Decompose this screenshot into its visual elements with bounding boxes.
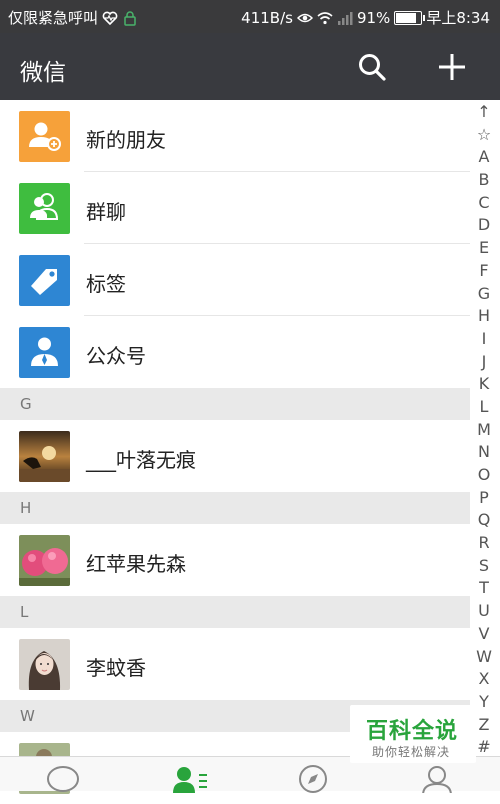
index-letter[interactable]: U — [478, 600, 490, 623]
index-letter[interactable]: X — [479, 668, 490, 691]
new-friends-item[interactable]: 新的朋友 — [0, 100, 470, 172]
contact-name: 红苹果先森 — [86, 552, 186, 576]
index-letter[interactable]: Z — [479, 714, 490, 737]
group-chat-item[interactable]: 群聊 — [0, 172, 470, 244]
alphabet-index[interactable]: ↑ ☆ A B C D E F G H I J K L M N O P Q R S T U V W X Y Z # — [474, 101, 494, 759]
clock: 早上8:34 — [426, 9, 490, 27]
search-icon[interactable] — [356, 51, 388, 83]
index-letter[interactable]: S — [479, 555, 489, 578]
section-header-g: G — [0, 388, 470, 420]
tags-item[interactable]: 标签 — [0, 244, 470, 316]
group-chat-label: 群聊 — [86, 200, 126, 224]
status-left: 仅限紧急呼叫 — [8, 7, 138, 28]
contact-row[interactable]: ___叶落无痕 — [0, 420, 470, 492]
battery-level — [396, 12, 417, 23]
index-letter[interactable]: N — [478, 441, 490, 464]
contact-avatar — [19, 431, 70, 482]
index-letter[interactable]: D — [478, 214, 490, 237]
status-right: 411B/s 91% 早上8:34 — [241, 7, 490, 28]
watermark: 百科全说 助你轻松解决 — [350, 705, 476, 763]
heart-rate-icon — [102, 11, 118, 25]
index-letter[interactable]: V — [479, 623, 490, 646]
contact-list: 新的朋友 群聊 标签 公众号 G ___叶落无痕 H 红苹果先森 L 李蚊香 W — [0, 100, 470, 804]
new-friends-label: 新的朋友 — [86, 128, 166, 152]
index-letter[interactable]: T — [479, 577, 489, 600]
index-letter[interactable]: R — [478, 532, 489, 555]
index-letter[interactable]: L — [480, 396, 489, 419]
title-bar: 微信 — [0, 33, 500, 100]
contact-name: 李蚊香 — [86, 656, 146, 680]
net-speed: 411B/s — [241, 8, 293, 27]
contact-avatar — [19, 535, 70, 586]
section-header-h: H — [0, 492, 470, 524]
section-header-l: L — [0, 596, 470, 628]
contact-row[interactable]: 李蚊香 — [0, 628, 470, 700]
index-letter[interactable]: B — [479, 169, 490, 192]
signal-icon — [337, 11, 353, 25]
index-letter[interactable]: I — [482, 328, 487, 351]
chats-tab-icon[interactable] — [43, 763, 83, 793]
carrier-text: 仅限紧急呼叫 — [8, 9, 99, 27]
official-accounts-label: 公众号 — [86, 344, 146, 368]
index-letter[interactable]: M — [477, 419, 491, 442]
index-letter[interactable]: K — [479, 373, 490, 396]
index-letter[interactable]: O — [478, 464, 491, 487]
battery-percent: 91% — [356, 8, 391, 27]
add-icon[interactable] — [436, 51, 468, 83]
watermark-subtitle: 助你轻松解决 — [372, 745, 451, 759]
battery-icon — [394, 10, 426, 25]
page-title: 微信 — [20, 60, 66, 86]
lock-icon — [124, 10, 136, 26]
index-letter[interactable]: C — [478, 192, 489, 215]
official-account-icon — [19, 327, 70, 378]
index-letter[interactable]: ↑ — [477, 101, 490, 124]
contact-row[interactable]: 红苹果先森 — [0, 524, 470, 596]
index-letter[interactable]: G — [478, 283, 490, 306]
eye-icon — [296, 13, 313, 22]
index-letter[interactable]: P — [479, 487, 489, 510]
index-letter[interactable]: Y — [479, 691, 489, 714]
contacts-tab-icon[interactable] — [170, 763, 210, 793]
official-accounts-item[interactable]: 公众号 — [0, 316, 470, 388]
tag-icon — [19, 255, 70, 306]
index-letter[interactable]: H — [478, 305, 490, 328]
new-friends-icon — [19, 111, 70, 162]
group-chat-icon — [19, 183, 70, 234]
index-letter[interactable]: J — [482, 351, 487, 374]
status-bar: 仅限紧急呼叫 411B/s 91% 早上8:34 — [0, 0, 500, 33]
index-letter[interactable]: A — [479, 146, 490, 169]
index-letter[interactable]: ☆ — [477, 124, 491, 147]
contact-avatar — [19, 639, 70, 690]
wifi-icon — [317, 11, 333, 24]
tags-label: 标签 — [86, 272, 126, 296]
watermark-title: 百科全说 — [366, 719, 459, 744]
index-letter[interactable]: W — [476, 646, 492, 669]
me-tab-icon[interactable] — [417, 763, 457, 793]
index-letter[interactable]: F — [479, 260, 488, 283]
discover-tab-icon[interactable] — [293, 763, 333, 793]
index-letter[interactable]: E — [479, 237, 489, 260]
index-letter[interactable]: Q — [478, 509, 491, 532]
contact-name: ___叶落无痕 — [86, 448, 196, 472]
